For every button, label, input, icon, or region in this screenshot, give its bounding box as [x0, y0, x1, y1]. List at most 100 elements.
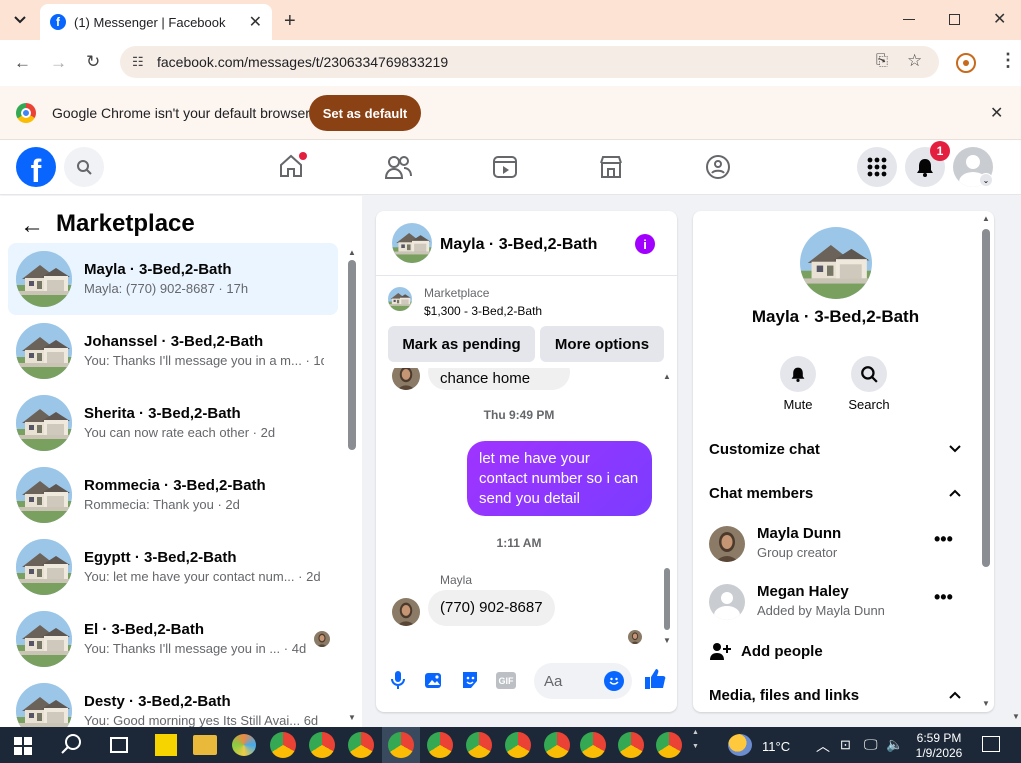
sticky-notes-icon[interactable]: [155, 734, 177, 756]
network-icon[interactable]: 🖵: [864, 736, 878, 753]
conversation-item[interactable]: Johanssel · 3-Bed,2-Bath You: Thanks I'l…: [8, 315, 338, 387]
weather-icon[interactable]: [728, 734, 752, 756]
chrome-taskbar-icon[interactable]: [466, 732, 492, 758]
scroll-up-arrow[interactable]: ▲: [348, 248, 356, 257]
member-options-icon[interactable]: •••: [934, 587, 953, 608]
minimize-icon[interactable]: [903, 19, 915, 20]
search-in-chat-button[interactable]: [851, 356, 887, 392]
attach-photo-button[interactable]: [424, 670, 444, 695]
friends-nav-button[interactable]: [384, 154, 412, 185]
account-chevron-icon[interactable]: ⌄: [979, 173, 993, 187]
chrome-taskbar-icon[interactable]: [505, 732, 531, 758]
scroll-up-arrow[interactable]: ▲: [982, 214, 990, 223]
watch-nav-button[interactable]: [492, 154, 518, 185]
chrome-taskbar-icon[interactable]: [348, 732, 374, 758]
chrome-taskbar-icon[interactable]: [544, 732, 570, 758]
site-settings-icon[interactable]: ☷: [132, 54, 144, 70]
listing-detail[interactable]: $1,300 - 3-Bed,2-Bath: [424, 304, 542, 318]
media-files-row[interactable]: Media, files and links: [701, 679, 971, 712]
new-tab-icon[interactable]: +: [284, 10, 296, 33]
chrome-taskbar-icon[interactable]: [618, 732, 644, 758]
scroll-down-arrow[interactable]: ▼: [982, 699, 990, 708]
info-panel-scrollbar[interactable]: [982, 229, 990, 567]
chrome-taskbar-icon[interactable]: [580, 732, 606, 758]
customize-chat-row[interactable]: Customize chat: [701, 429, 971, 469]
close-window-icon[interactable]: ✕: [993, 9, 1006, 29]
received-message-bubble[interactable]: chance home: [428, 368, 570, 390]
chat-title[interactable]: Mayla · 3-Bed,2-Bath: [440, 236, 597, 254]
back-arrow-icon[interactable]: ←: [20, 212, 44, 240]
voice-clip-button[interactable]: [390, 670, 406, 695]
tab-search-button[interactable]: [8, 8, 32, 32]
page-scroll-down-arrow[interactable]: ▼: [1012, 712, 1020, 721]
close-infobar-icon[interactable]: ✕: [990, 103, 1003, 123]
taskbar-scroll-arrows[interactable]: ▲ ▼: [692, 729, 699, 750]
menu-dots-icon[interactable]: ⋮: [999, 50, 1017, 71]
emoji-icon[interactable]: [604, 671, 624, 691]
more-options-button[interactable]: More options: [540, 326, 664, 362]
marketplace-nav-button[interactable]: [598, 154, 624, 185]
info-icon[interactable]: i: [635, 234, 655, 254]
sent-message-bubble[interactable]: let me have your contact number so i can…: [467, 441, 652, 516]
chrome-taskbar-icon[interactable]: [427, 732, 453, 758]
conversation-item[interactable]: Sherita · 3-Bed,2-Bath You can now rate …: [8, 387, 338, 459]
task-view-icon[interactable]: [110, 737, 128, 753]
conversation-item[interactable]: Desty · 3-Bed,2-Bath You: Good morning y…: [8, 675, 338, 727]
paint-icon[interactable]: [232, 734, 256, 756]
back-icon[interactable]: ←: [14, 53, 31, 73]
chrome-taskbar-icon[interactable]: [270, 732, 296, 758]
conversation-item[interactable]: Egyptt · 3-Bed,2-Bath You: let me have y…: [8, 531, 338, 603]
microphone-icon: [391, 671, 405, 689]
search-button[interactable]: [64, 147, 104, 187]
listing-profile-photo[interactable]: [800, 227, 872, 299]
scroll-up-arrow[interactable]: ▲: [663, 372, 671, 381]
sticker-button[interactable]: [460, 670, 480, 695]
mark-as-pending-button[interactable]: Mark as pending: [388, 326, 535, 362]
chrome-taskbar-icon[interactable]: [309, 732, 335, 758]
member-row[interactable]: Megan Haley Added by Mayla Dunn •••: [701, 575, 971, 629]
message-composer[interactable]: Aa: [534, 663, 632, 699]
chrome-taskbar-icon[interactable]: [388, 732, 414, 758]
home-nav-button[interactable]: [278, 152, 307, 184]
scroll-down-arrow[interactable]: ▼: [663, 636, 671, 645]
member-row[interactable]: Mayla Dunn Group creator •••: [701, 517, 971, 571]
gif-icon[interactable]: GIF: [496, 672, 516, 689]
conversation-item[interactable]: El · 3-Bed,2-Bath You: Thanks I'll messa…: [8, 603, 338, 675]
conversation-item[interactable]: Rommecia · 3-Bed,2-Bath Rommecia: Thank …: [8, 459, 338, 531]
conversation-list-scrollbar[interactable]: [348, 260, 356, 450]
notification-center-icon[interactable]: [982, 736, 1000, 752]
camera-tray-icon[interactable]: ⊡: [840, 737, 851, 753]
message-scrollbar[interactable]: [664, 568, 670, 630]
bookmark-star-icon[interactable]: ☆: [907, 51, 922, 71]
tray-chevron-up-icon[interactable]: ︿: [816, 736, 830, 756]
facebook-logo-icon[interactable]: f: [16, 147, 56, 189]
like-button[interactable]: [644, 668, 666, 695]
add-people-button[interactable]: Add people: [701, 633, 971, 669]
forward-icon[interactable]: →: [50, 53, 67, 73]
set-as-default-button[interactable]: Set as default: [309, 95, 421, 131]
groups-nav-button[interactable]: [705, 154, 731, 185]
address-bar[interactable]: ☷ facebook.com/messages/t/23063347698332…: [120, 46, 939, 78]
mute-button[interactable]: [780, 356, 816, 392]
chrome-taskbar-icon[interactable]: [656, 732, 682, 758]
taskbar-search-icon[interactable]: [60, 732, 84, 761]
browser-tab[interactable]: f (1) Messenger | Facebook ✕: [40, 4, 272, 40]
scroll-down-arrow[interactable]: ▼: [348, 713, 356, 722]
notifications-button[interactable]: 1: [905, 141, 950, 187]
received-message-bubble[interactable]: (770) 902-8687: [428, 590, 555, 626]
windows-start-icon[interactable]: [14, 737, 32, 755]
conversation-item[interactable]: Mayla · 3-Bed,2-Bath Mayla: (770) 902-86…: [8, 243, 338, 315]
system-clock[interactable]: 6:59 PM 1/9/2026: [915, 731, 963, 761]
volume-icon[interactable]: 🔈: [886, 736, 903, 753]
chat-members-row[interactable]: Chat members: [701, 473, 971, 513]
close-tab-icon[interactable]: ✕: [249, 12, 262, 32]
chat-header-thumbnail[interactable]: [392, 223, 432, 263]
install-app-icon[interactable]: ⎘: [876, 52, 888, 69]
reload-icon[interactable]: ↻: [86, 52, 100, 72]
profile-icon[interactable]: [956, 53, 976, 73]
weather-temperature[interactable]: 11°C: [762, 739, 790, 754]
member-options-icon[interactable]: •••: [934, 529, 953, 550]
maximize-icon[interactable]: [949, 14, 960, 25]
menu-button[interactable]: [857, 147, 897, 187]
file-explorer-icon[interactable]: [193, 735, 217, 755]
